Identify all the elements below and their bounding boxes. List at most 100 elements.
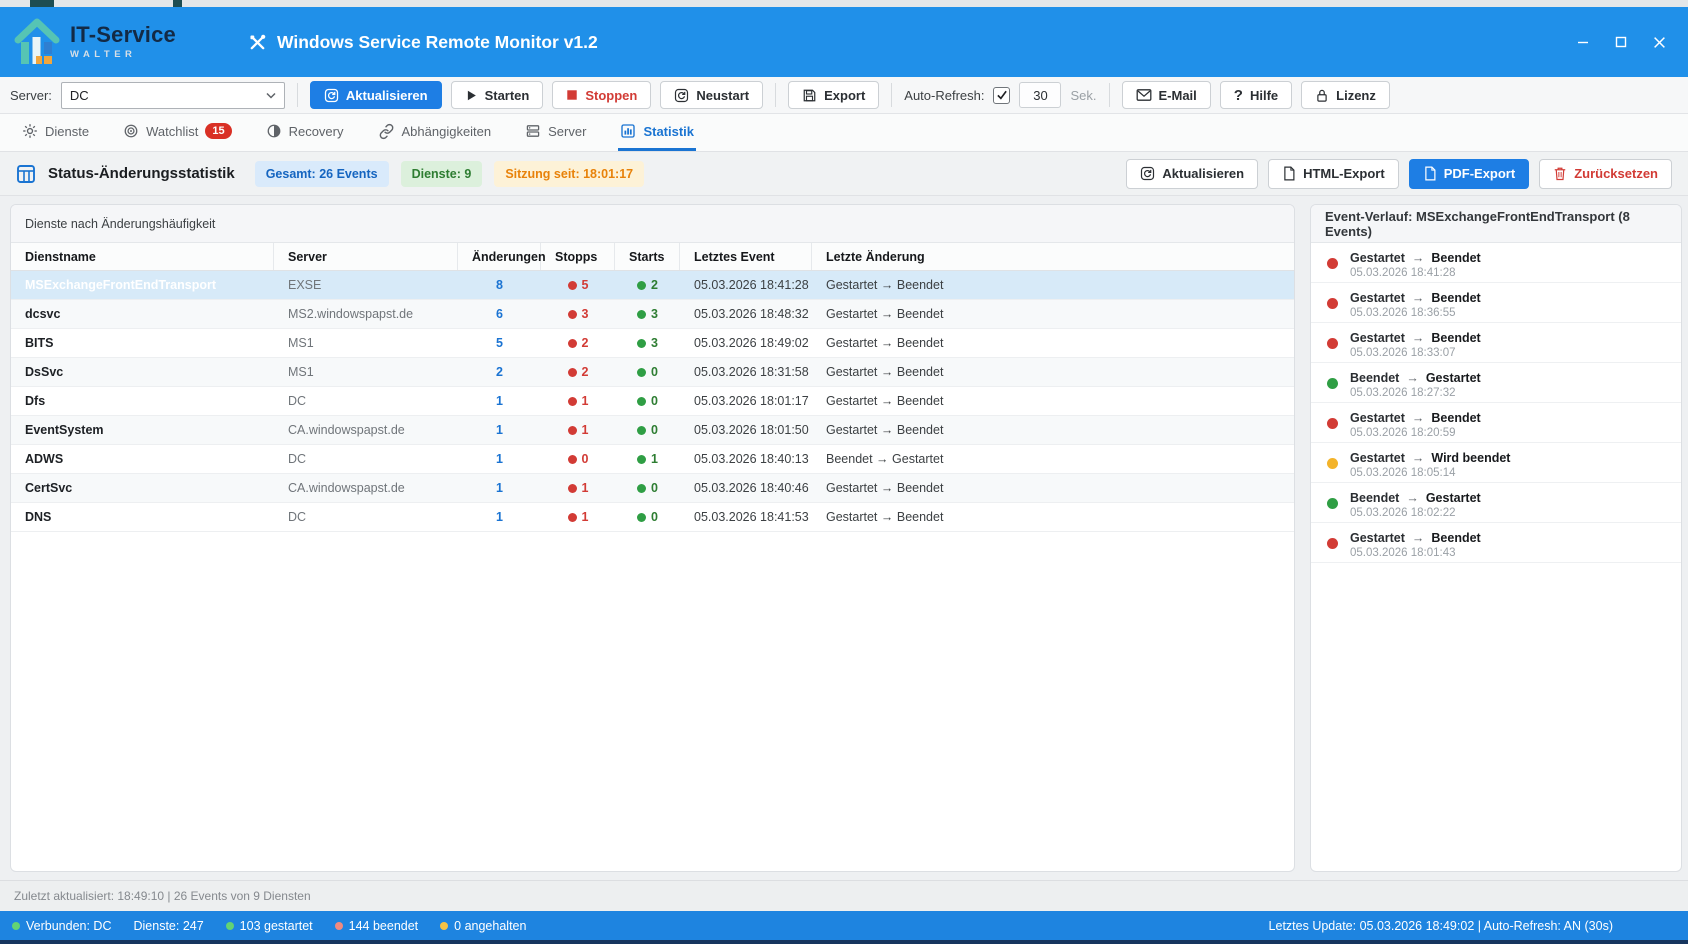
starts-value: 0 [651,423,658,437]
trash-icon [1553,166,1567,181]
check-icon [996,89,1008,101]
start-dot [637,513,646,522]
stopps-value: 1 [582,423,589,437]
email-button[interactable]: E-Mail [1122,81,1211,109]
statistics-header: Status-Änderungsstatistik Gesamt: 26 Eve… [0,152,1688,196]
pdf-export-button[interactable]: PDF-Export [1409,159,1530,189]
stop-dot [568,426,577,435]
table-row[interactable]: Dfs DC 1 1 0 05.03.2026 18:01:17 Gestart… [11,387,1294,416]
event-timestamp: 05.03.2026 18:05:14 [1350,467,1510,479]
table-row[interactable]: dcsvc MS2.windowspapst.de 6 3 3 05.03.20… [11,300,1294,329]
cell-dienstname: MSExchangeFrontEndTransport [11,271,274,299]
maximize-icon [1615,36,1627,48]
main-toolbar: Server: DC Aktualisieren Starten Stoppen [0,77,1688,114]
cell-starts: 0 [615,474,680,502]
stats-refresh-button[interactable]: Aktualisieren [1126,159,1258,189]
cell-starts: 2 [615,271,680,299]
auto-refresh-checkbox[interactable] [993,87,1010,104]
start-button-label: Starten [485,88,530,103]
event-to-state: Beendet [1431,331,1480,345]
tab-statistik[interactable]: Statistik [618,114,696,151]
minimize-button[interactable] [1568,28,1598,56]
tab-recovery[interactable]: Recovery [264,114,346,151]
html-export-button[interactable]: HTML-Export [1268,159,1399,189]
table-row[interactable]: DsSvc MS1 2 2 0 05.03.2026 18:31:58 Gest… [11,358,1294,387]
event-item: Gestartet→Beendet 05.03.2026 18:41:28 [1311,243,1681,283]
cell-letztes-event: 05.03.2026 18:41:53 [680,503,812,531]
refresh-button-label: Aktualisieren [346,88,428,103]
stop-button[interactable]: Stoppen [552,81,651,109]
event-list: Gestartet→Beendet 05.03.2026 18:41:28 Ge… [1311,243,1681,563]
file-icon [1423,166,1437,181]
tab-dienste[interactable]: Dienste [20,114,91,151]
cell-stopps: 3 [541,300,615,328]
table-row[interactable]: CertSvc CA.windowspapst.de 1 1 0 05.03.2… [11,474,1294,503]
status-bar: Verbunden: DC Dienste: 247 103 gestartet… [0,911,1688,944]
background-window-fragment [30,0,54,7]
close-button[interactable] [1644,28,1674,56]
cell-server: MS1 [274,329,458,357]
tab-label: Dienste [45,124,89,139]
event-timestamp: 05.03.2026 18:20:59 [1350,427,1481,439]
table-row[interactable]: EventSystem CA.windowspapst.de 1 1 0 05.… [11,416,1294,445]
event-transition: Gestartet→Beendet [1350,251,1481,265]
refresh-button[interactable]: Aktualisieren [310,81,442,109]
restart-button[interactable]: Neustart [660,81,763,109]
table-row[interactable]: ADWS DC 1 0 1 05.03.2026 18:40:13 Beende… [11,445,1294,474]
cell-stopps: 2 [541,358,615,386]
interval-input[interactable] [1019,82,1061,108]
arrow-icon: → [1412,531,1425,545]
event-item: Gestartet→Wird beendet 05.03.2026 18:05:… [1311,443,1681,483]
services-panel-title: Dienste nach Änderungshäufigkeit [11,205,1294,243]
cell-dienstname: dcsvc [11,300,274,328]
tab-watchlist[interactable]: Watchlist 15 [121,114,234,151]
arrow-icon: → [1406,371,1419,385]
cell-dienstname: DNS [11,503,274,531]
event-item: Gestartet→Beendet 05.03.2026 18:01:43 [1311,523,1681,563]
event-transition: Beendet→Gestartet [1350,491,1481,505]
maximize-button[interactable] [1606,28,1636,56]
cell-aenderungen: 5 [458,329,541,357]
tab-label: Server [548,124,586,139]
event-to-state: Beendet [1431,251,1480,265]
cell-letztes-event: 05.03.2026 18:01:17 [680,387,812,415]
column-header-dienstname: Dienstname [11,243,274,270]
event-from-state: Gestartet [1350,531,1405,545]
reset-button[interactable]: Zurücksetzen [1539,159,1672,189]
brand-name: IT-Service [70,24,176,46]
window-controls [1568,28,1674,56]
stopps-value: 1 [582,510,589,524]
event-timestamp: 05.03.2026 18:41:28 [1350,267,1481,279]
toolbar-separator [891,83,892,107]
cell-server: DC [274,387,458,415]
event-item: Gestartet→Beendet 05.03.2026 18:36:55 [1311,283,1681,323]
arrow-icon: → [1412,411,1425,425]
starts-value: 1 [651,452,658,466]
table-row[interactable]: BITS MS1 5 2 3 05.03.2026 18:49:02 Gesta… [11,329,1294,358]
cell-starts: 0 [615,416,680,444]
save-icon [802,88,817,103]
export-button[interactable]: Export [788,81,879,109]
help-button-label: Hilfe [1250,88,1278,103]
help-button[interactable]: ? Hilfe [1220,81,1292,109]
stop-dot [568,310,577,319]
table-row[interactable]: MSExchangeFrontEndTransport EXSE 8 5 2 0… [11,271,1294,300]
server-select[interactable]: DC [61,82,285,109]
mail-icon [1136,88,1152,102]
stop-dot [568,484,577,493]
tab-abhaengigkeiten[interactable]: Abhängigkeiten [376,114,494,151]
toolbar-separator [297,83,298,107]
stop-dot [568,455,577,464]
file-icon [1282,166,1296,181]
starts-value: 0 [651,481,658,495]
stop-icon [566,89,578,101]
license-button[interactable]: Lizenz [1301,81,1390,109]
tab-label: Abhängigkeiten [402,124,492,139]
table-row[interactable]: DNS DC 1 1 0 05.03.2026 18:41:53 Gestart… [11,503,1294,532]
minimize-icon [1577,36,1589,48]
cell-stopps: 1 [541,503,615,531]
start-button[interactable]: Starten [451,81,544,109]
column-header-starts: Starts [615,243,680,270]
started-dot [226,922,234,930]
tab-server[interactable]: Server [523,114,588,151]
